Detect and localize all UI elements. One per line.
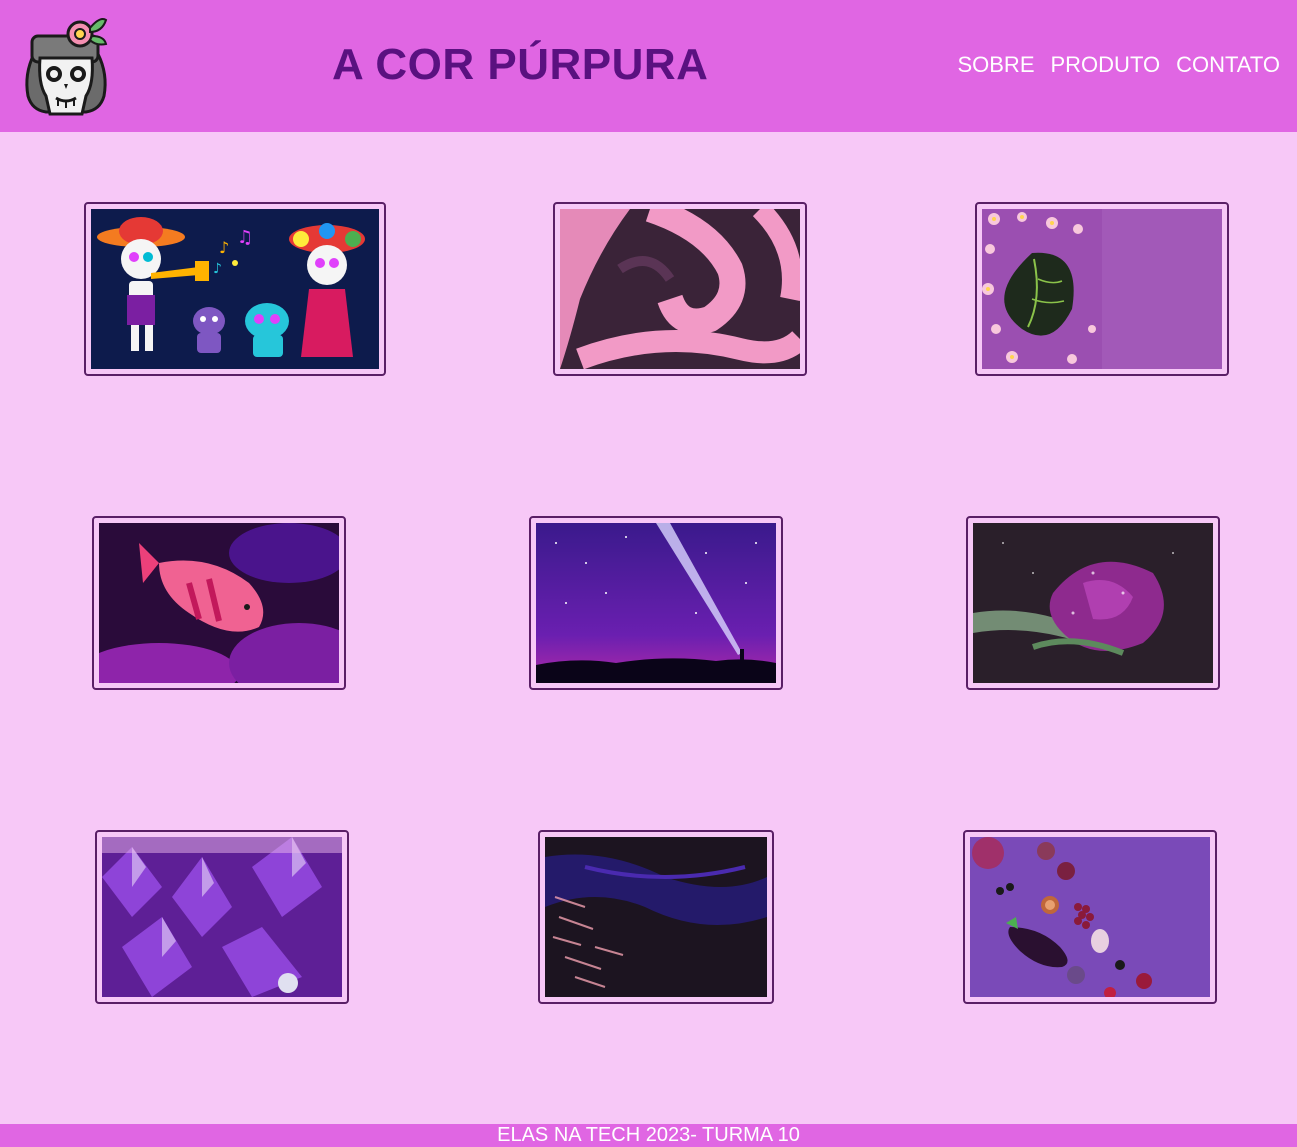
site-header: A COR PÚRPURA SOBRE PRODUTO CONTATO [0,0,1297,132]
gallery-card[interactable] [963,830,1217,1004]
gallery-card[interactable] [95,830,349,1004]
starry-night-flashlight-image [536,523,776,683]
gallery-card[interactable] [966,516,1220,690]
gallery-card[interactable] [553,202,807,376]
gallery-card[interactable] [529,516,783,690]
svg-text:♪: ♪ [219,238,229,257]
main-nav: SOBRE PRODUTO CONTATO [957,52,1280,78]
dark-purple-water-image [545,837,767,997]
purple-vegetables-image [970,837,1210,997]
pink-graffiti-wall-image [560,209,800,369]
gallery-card[interactable] [975,202,1229,376]
leaf-and-flowers-image [982,209,1222,369]
svg-text:♪: ♪ [213,261,222,277]
nav-link-contato[interactable]: CONTATO [1176,52,1280,78]
gallery-card[interactable] [92,516,346,690]
svg-text:♫: ♫ [237,227,253,248]
nav-link-sobre[interactable]: SOBRE [957,52,1034,78]
day-of-dead-skeletons-image: ♪ ♫ ♪ [91,209,379,369]
sugar-skull-logo-icon[interactable] [20,14,112,118]
page-title: A COR PÚRPURA [332,40,709,89]
gallery-card[interactable]: ♪ ♫ ♪ [84,202,386,376]
gallery-card[interactable] [538,830,774,1004]
amethyst-crystals-image [102,837,342,997]
pink-fish-coral-image [99,523,339,683]
nav-link-produto[interactable]: PRODUTO [1051,52,1161,78]
site-footer: ELAS NA TECH 2023- TURMA 10 [0,1124,1297,1147]
purple-rose-image [973,523,1213,683]
